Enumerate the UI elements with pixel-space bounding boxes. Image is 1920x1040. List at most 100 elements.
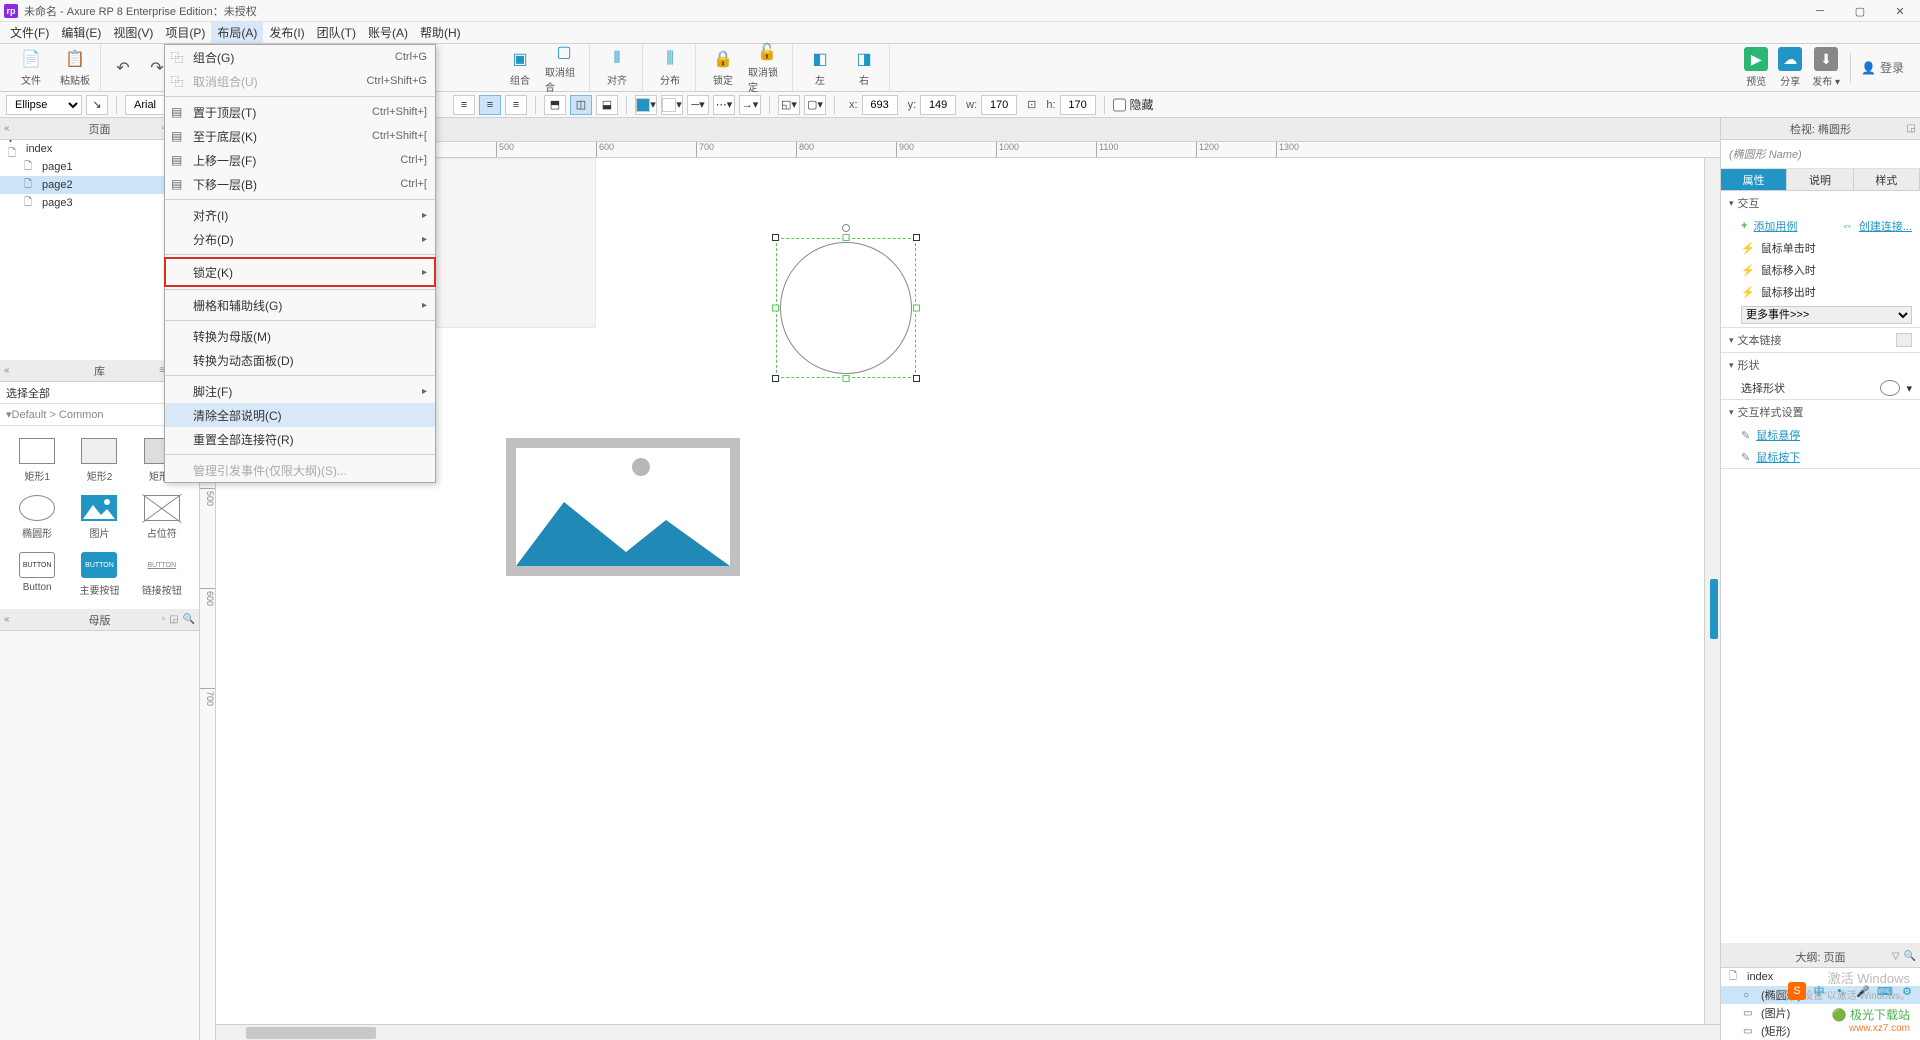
- tray-ime-icon[interactable]: 中: [1810, 982, 1828, 1000]
- widget-rect2[interactable]: 矩形2: [70, 434, 128, 487]
- event-mouseleave[interactable]: ⚡鼠标移出时: [1721, 281, 1920, 303]
- selected-ellipse[interactable]: [776, 238, 916, 378]
- master-folder-icon[interactable]: ◲: [169, 614, 178, 625]
- tray-punct-icon[interactable]: •,: [1832, 982, 1850, 1000]
- align-right-text[interactable]: ≡: [505, 95, 527, 115]
- line-width[interactable]: ─▾: [687, 95, 709, 115]
- outline-search-icon[interactable]: 🔍: [1904, 951, 1916, 962]
- section-text-link[interactable]: 文本链接: [1721, 328, 1920, 352]
- widget-rect1[interactable]: 矩形1: [8, 434, 66, 487]
- rotate-handle[interactable]: [842, 224, 850, 232]
- inspector-expand-icon[interactable]: ◲: [1907, 123, 1916, 134]
- fill-color[interactable]: ▾: [635, 95, 657, 115]
- valign-bottom[interactable]: ⬓: [596, 95, 618, 115]
- w-input[interactable]: [981, 95, 1017, 115]
- close-button[interactable]: ✕: [1880, 0, 1920, 22]
- create-link-link[interactable]: 创建连接...: [1859, 218, 1912, 234]
- scrollbar-horizontal[interactable]: [216, 1024, 1720, 1040]
- widget-placeholder[interactable]: 占位符: [133, 491, 191, 544]
- dropdown-item[interactable]: 清除全部说明(C): [165, 403, 435, 427]
- corner-radius[interactable]: ◱▾: [778, 95, 800, 115]
- widget-primary-button[interactable]: BUTTON主要按钮: [70, 548, 128, 601]
- dropdown-item[interactable]: 对齐(I)▸: [165, 203, 435, 227]
- dropdown-item[interactable]: 重置全部连接符(R): [165, 427, 435, 451]
- align-left-text[interactable]: ≡: [453, 95, 475, 115]
- menu-help[interactable]: 帮助(H): [414, 22, 467, 43]
- shape-dropdown[interactable]: ▾: [1906, 382, 1912, 395]
- x-input[interactable]: [862, 95, 898, 115]
- panel-collapse-handle[interactable]: [1710, 579, 1718, 639]
- login-button[interactable]: 👤登录: [1861, 59, 1904, 76]
- maximize-button[interactable]: ▢: [1840, 0, 1880, 22]
- menu-project[interactable]: 项目(P): [159, 22, 211, 43]
- shape-selector[interactable]: Ellipse: [6, 95, 82, 115]
- widget-ellipse[interactable]: 椭圆形: [8, 491, 66, 544]
- tray-settings-icon[interactable]: ⚙: [1898, 982, 1916, 1000]
- resize-handle-sw[interactable]: [772, 375, 779, 382]
- file-button[interactable]: 📄文件: [12, 46, 50, 90]
- resize-handle-se[interactable]: [913, 375, 920, 382]
- dropdown-item[interactable]: ▤下移一层(B)Ctrl+[: [165, 172, 435, 196]
- section-shape[interactable]: 形状: [1721, 353, 1920, 377]
- menu-edit[interactable]: 编辑(E): [55, 22, 107, 43]
- tray-keyboard-icon[interactable]: ⌨: [1876, 982, 1894, 1000]
- dropdown-item[interactable]: 脚注(F)▸: [165, 379, 435, 403]
- section-style-settings[interactable]: 交互样式设置: [1721, 400, 1920, 424]
- master-search-icon[interactable]: 🔍: [183, 614, 195, 625]
- unlock-button[interactable]: 🔓取消锁定: [748, 46, 786, 90]
- dropdown-item[interactable]: 分布(D)▸: [165, 227, 435, 251]
- tab-style[interactable]: 样式: [1854, 169, 1920, 190]
- align-left-button[interactable]: ◧左: [801, 46, 839, 90]
- h-input[interactable]: [1060, 95, 1096, 115]
- menu-view[interactable]: 视图(V): [107, 22, 159, 43]
- publish-button[interactable]: ⬇发布 ▾: [1812, 47, 1840, 88]
- image-placeholder[interactable]: [506, 438, 740, 576]
- canvas[interactable]: [216, 158, 1720, 1040]
- dropdown-item[interactable]: 转换为母版(M): [165, 324, 435, 348]
- ellipse-shape[interactable]: [780, 242, 912, 374]
- lock-button[interactable]: 🔒锁定: [704, 46, 742, 90]
- tray-mic-icon[interactable]: 🎤: [1854, 982, 1872, 1000]
- hide-checkbox[interactable]: [1113, 95, 1126, 115]
- undo-button[interactable]: ↶: [109, 57, 137, 79]
- preview-button[interactable]: ▶预览: [1744, 47, 1768, 88]
- widget-image[interactable]: 图片: [70, 491, 128, 544]
- dropdown-item[interactable]: ⿻组合(G)Ctrl+G: [165, 45, 435, 69]
- dropdown-item[interactable]: ▤上移一层(F)Ctrl+]: [165, 148, 435, 172]
- hover-style-link[interactable]: 鼠标悬停: [1756, 427, 1800, 443]
- align-center-text[interactable]: ≡: [479, 95, 501, 115]
- valign-middle[interactable]: ◫: [570, 95, 592, 115]
- border-color[interactable]: ▾: [661, 95, 683, 115]
- menu-publish[interactable]: 发布(I): [263, 22, 310, 43]
- dropdown-item[interactable]: 转换为动态面板(D): [165, 348, 435, 372]
- dropdown-item[interactable]: ▤至于底层(K)Ctrl+Shift+[: [165, 124, 435, 148]
- distribute-button[interactable]: ⫼分布: [651, 46, 689, 90]
- group-button[interactable]: ▣组合: [501, 46, 539, 90]
- resize-handle-ne[interactable]: [913, 234, 920, 241]
- tab-notes[interactable]: 说明: [1787, 169, 1853, 190]
- valign-top[interactable]: ⬒: [544, 95, 566, 115]
- menu-arrange[interactable]: 布局(A): [211, 22, 263, 43]
- clipboard-button[interactable]: 📋粘贴板: [56, 46, 94, 90]
- menu-team[interactable]: 团队(T): [311, 22, 362, 43]
- tab-properties[interactable]: 属性: [1721, 169, 1787, 190]
- shadow[interactable]: ▢▾: [804, 95, 826, 115]
- resize-handle-nw[interactable]: [772, 234, 779, 241]
- inspector-name-input[interactable]: (椭圆形 Name): [1721, 140, 1920, 169]
- more-events-select[interactable]: 更多事件>>>: [1741, 306, 1912, 324]
- menu-account[interactable]: 账号(A): [362, 22, 414, 43]
- align-button[interactable]: ⫴对齐: [598, 46, 636, 90]
- align-right-button[interactable]: ◨右: [845, 46, 883, 90]
- dropdown-item[interactable]: ▤置于顶层(T)Ctrl+Shift+]: [165, 100, 435, 124]
- widget-link-button[interactable]: BUTTON链接按钮: [133, 548, 191, 601]
- section-interaction[interactable]: 交互: [1721, 191, 1920, 215]
- dropdown-item[interactable]: 栅格和辅助线(G)▸: [165, 293, 435, 317]
- master-add-icon[interactable]: ▫: [162, 614, 166, 625]
- resize-handle-e[interactable]: [913, 305, 920, 312]
- resize-handle-s[interactable]: [843, 375, 850, 382]
- arrow-style[interactable]: →▾: [739, 95, 761, 115]
- share-button[interactable]: ☁分享: [1778, 47, 1802, 88]
- widget-button[interactable]: BUTTONButton: [8, 548, 66, 601]
- connector-tool[interactable]: ↘: [86, 95, 108, 115]
- lock-aspect-icon[interactable]: ⊡: [1027, 98, 1036, 111]
